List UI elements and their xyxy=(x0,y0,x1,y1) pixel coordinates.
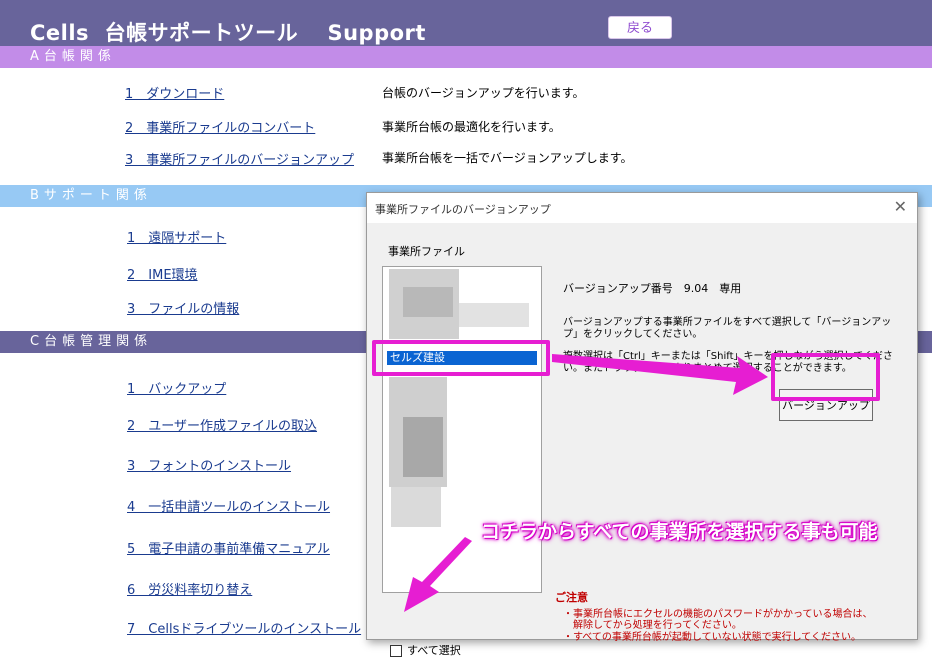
blurred-items xyxy=(403,417,443,477)
blurred-items xyxy=(403,287,453,317)
highlight-version-up-button xyxy=(771,353,880,401)
dialog-body: 事業所ファイル セルズ建設 バージョンアップ番号 9.04 専用 バージョンアッ… xyxy=(367,223,917,657)
app-title: Cells 台帳サポートツール Support xyxy=(30,21,426,45)
dialog-title: 事業所ファイルのバージョンアップ xyxy=(375,203,551,216)
highlight-selected-item xyxy=(372,340,550,376)
section-a-header: A台帳関係 xyxy=(0,46,932,68)
select-all-checkbox[interactable]: すべて選択 xyxy=(390,642,461,658)
version-number-label: バージョンアップ番号 9.04 専用 xyxy=(563,282,742,295)
menu-link-drive-tool-install[interactable]: 7 Cellsドライブツールのインストール xyxy=(127,618,361,637)
menu-link-version-up[interactable]: 3 事業所ファイルのバージョンアップ xyxy=(125,149,354,168)
select-all-label: すべて選択 xyxy=(407,644,461,657)
instruction-text-1: バージョンアップする事業所ファイルをすべて選択して「バージョンアップ」をクリック… xyxy=(563,317,892,340)
menu-link-convert[interactable]: 2 事業所ファイルのコンバート xyxy=(125,117,315,136)
caution-line: ・すべての事業所台帳が起動していない状態で実行してください。 xyxy=(563,632,861,643)
menu-link-e-application-manual[interactable]: 5 電子申請の事前準備マニュアル xyxy=(127,538,330,557)
menu-desc-convert: 事業所台帳の最適化を行います。 xyxy=(382,120,561,134)
caution-line: ・事業所台帳にエクセルの機能のパスワードがかかっている場合は、 xyxy=(563,609,873,620)
menu-link-rate-switch[interactable]: 6 労災料率切り替え xyxy=(127,579,252,598)
menu-link-bulk-tool-install[interactable]: 4 一括申請ツールのインストール xyxy=(127,496,330,515)
menu-link-download[interactable]: 1 ダウンロード xyxy=(125,83,224,102)
menu-desc-download: 台帳のバージョンアップを行います。 xyxy=(382,86,585,100)
app-header: Cells 台帳サポートツール Support 戻る xyxy=(0,0,932,46)
blurred-items xyxy=(459,303,529,327)
office-file-list-label: 事業所ファイル xyxy=(388,245,465,258)
menu-desc-version-up: 事業所台帳を一括でバージョンアップします。 xyxy=(382,151,633,165)
menu-link-backup[interactable]: 1 バックアップ xyxy=(127,378,226,397)
back-button[interactable]: 戻る xyxy=(608,16,672,39)
checkbox-icon[interactable] xyxy=(390,645,402,657)
blurred-items xyxy=(391,487,441,527)
caution-title: ご注意 xyxy=(555,591,588,604)
callout-text: コチラからすべての事業所を選択する事も可能 xyxy=(481,521,878,543)
menu-link-font-install[interactable]: 3 フォントのインストール xyxy=(127,455,291,474)
menu-link-remote-support[interactable]: 1 遠隔サポート xyxy=(127,227,226,246)
version-up-dialog: 事業所ファイルのバージョンアップ ✕ 事業所ファイル セルズ建設 バージョンアッ… xyxy=(366,192,918,657)
close-icon[interactable]: ✕ xyxy=(894,197,907,216)
menu-link-file-info[interactable]: 3 ファイルの情報 xyxy=(127,298,239,317)
caution-line: 解除してから処理を行ってください。 xyxy=(563,620,742,631)
menu-link-ime[interactable]: 2 IME環境 xyxy=(127,264,198,283)
menu-link-import[interactable]: 2 ユーザー作成ファイルの取込 xyxy=(127,415,317,434)
